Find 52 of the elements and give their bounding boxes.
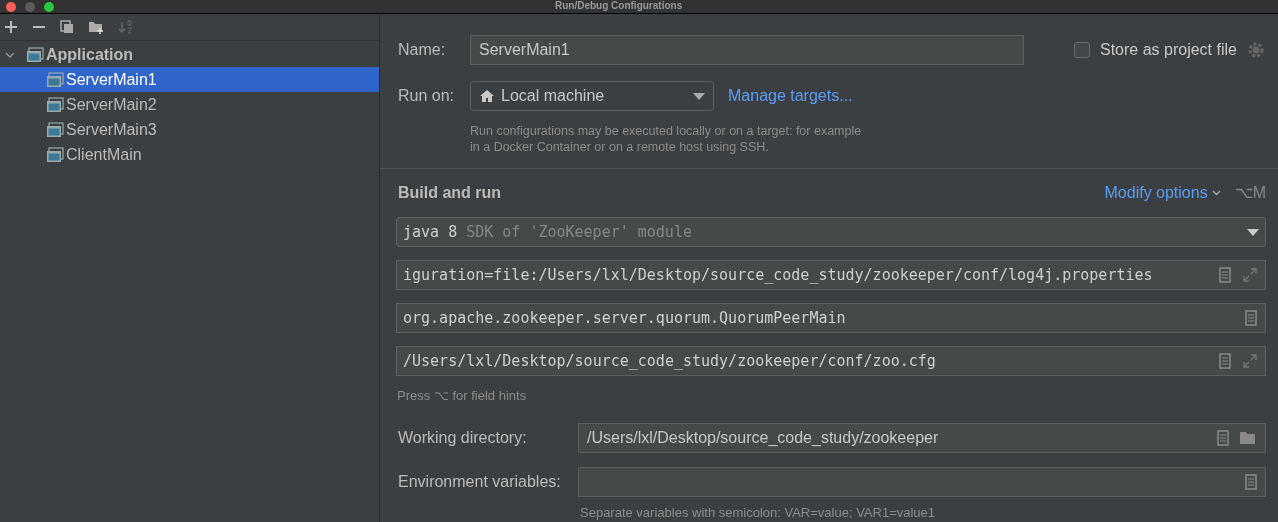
environment-variables-field[interactable] (578, 466, 1266, 497)
home-icon (479, 89, 495, 103)
tree-item[interactable]: Application (0, 42, 379, 67)
minimize-window-icon[interactable] (25, 1, 35, 12)
document-icon[interactable] (1217, 429, 1229, 446)
checkbox[interactable] (1074, 42, 1090, 58)
tree-item[interactable]: ClientMain (0, 142, 379, 167)
tree-item[interactable]: ServerMain1 (0, 67, 379, 92)
document-icon[interactable] (1219, 353, 1231, 369)
modify-options-link[interactable]: Modify options (1104, 181, 1221, 205)
name-field[interactable]: ServerMain1 (470, 35, 1024, 65)
working-directory-field[interactable]: /Users/lxl/Desktop/source_code_study/zookeeper (578, 422, 1266, 453)
environment-variables-hint: Separate variables with semicolon: VAR=value; VAR1=value1 (580, 503, 937, 522)
folder-icon[interactable] (1239, 430, 1257, 445)
application-window-icon (46, 71, 64, 88)
new-folder-icon[interactable] (88, 20, 104, 34)
text-field[interactable]: /Users/lxl/Desktop/source_code_study/zookeeper/conf/zoo.cfg (396, 346, 1266, 376)
document-icon[interactable] (1245, 310, 1257, 326)
close-window-icon[interactable] (6, 1, 16, 12)
text-field[interactable]: org.apache.zookeeper.server.quorum.QuorumPeerMain (396, 303, 1266, 333)
application-window-icon (26, 46, 44, 63)
application-window-icon (46, 96, 64, 113)
run-on-dropdown[interactable]: Local machine (470, 81, 714, 111)
window-title: Run/Debug Configurations (555, 0, 683, 12)
manage-targets-link[interactable]: Manage targets... (728, 84, 853, 108)
document-icon[interactable] (1245, 473, 1257, 490)
caret-icon (1247, 228, 1259, 236)
add-icon[interactable] (4, 20, 18, 34)
environment-variables-label: Environment variables: (397, 471, 562, 492)
section-title: Build and run (397, 183, 503, 203)
document-icon[interactable] (1219, 267, 1231, 283)
sdk-dropdown[interactable]: java 8 SDK of 'ZooKeeper' module (396, 217, 1266, 247)
store-as-project-file-label: Store as project file (1100, 40, 1237, 60)
name-label: Name: (397, 40, 447, 60)
caret-icon (693, 92, 705, 100)
settings-icon[interactable] (1246, 41, 1265, 59)
sort-icon[interactable] (118, 19, 134, 35)
tree-item[interactable]: ServerMain3 (0, 117, 379, 142)
expand-icon[interactable] (1243, 268, 1257, 282)
application-window-icon (46, 121, 64, 138)
application-window-icon (46, 146, 64, 163)
tree-item[interactable]: ServerMain2 (0, 92, 379, 117)
copy-icon[interactable] (60, 20, 74, 34)
text-field[interactable]: iguration=file:/Users/lxl/Desktop/source_code_study/zookeeper/conf/log4j.properties (396, 260, 1266, 290)
run-on-label: Run on: (397, 86, 456, 106)
run-on-note: Run configurations may be executed locally or on a target: for example in a Docker Container or on a remote host using SSH. (470, 123, 863, 155)
zoom-window-icon[interactable] (44, 1, 54, 12)
chevron-down-icon (1211, 190, 1221, 196)
field-hints-text: Press ⌥ for field hints (396, 387, 528, 405)
shortcut-label: ⌥M (1234, 183, 1266, 203)
expand-icon[interactable] (1243, 354, 1257, 368)
working-directory-label: Working directory: (397, 427, 528, 448)
